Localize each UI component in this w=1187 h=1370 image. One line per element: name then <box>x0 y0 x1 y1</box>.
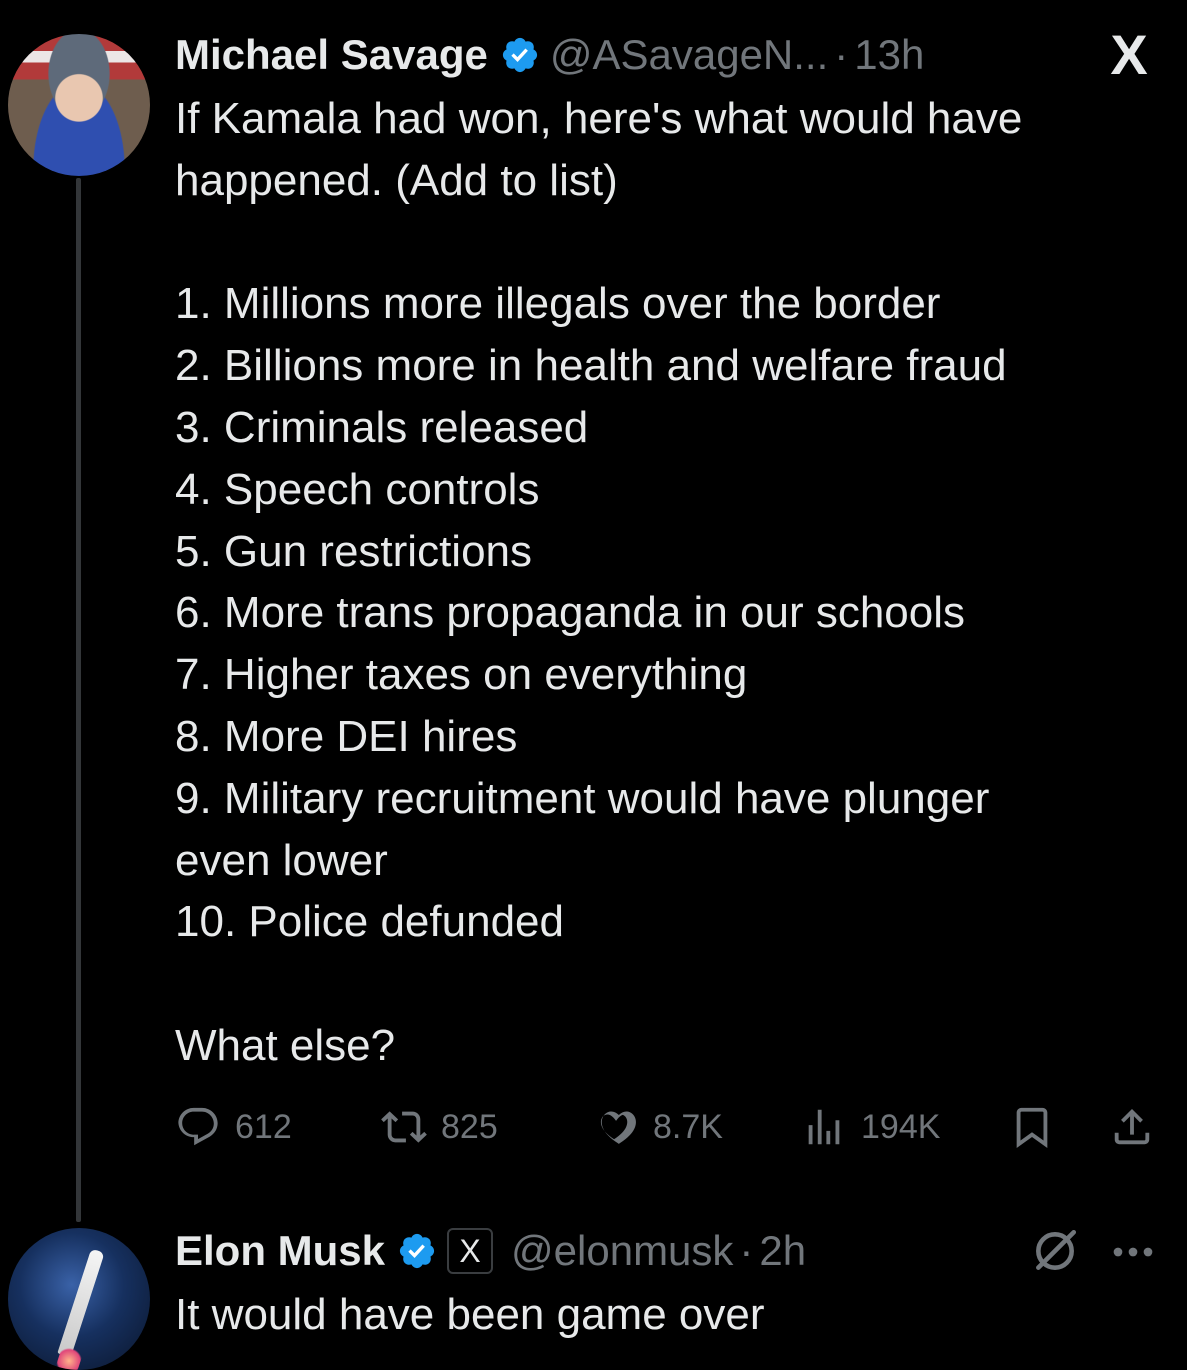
reply-count: 612 <box>235 1107 292 1146</box>
repost-button[interactable]: 825 <box>381 1100 498 1154</box>
author-handle[interactable]: @ASavageN... <box>550 31 828 79</box>
list-item: 10. Police defunded <box>175 897 564 947</box>
thread-connector-line <box>76 178 81 1222</box>
affiliation-badge[interactable]: X <box>447 1228 494 1274</box>
more-icon[interactable] <box>1108 1232 1158 1272</box>
tweet2-text: It would have been game over <box>175 1284 1165 1346</box>
like-button[interactable]: 8.7K <box>593 1100 723 1154</box>
repost-count: 825 <box>441 1107 498 1146</box>
like-count: 8.7K <box>653 1107 723 1146</box>
list-item: 5. Gun restrictions <box>175 526 533 576</box>
separator-dot: · <box>739 1227 754 1274</box>
timestamp[interactable]: 13h <box>854 31 924 79</box>
tweet1-actions: 612 825 8.7K 194K <box>175 1100 1165 1154</box>
tweet1-header: Michael Savage @ASavageN... · 13h <box>175 28 924 82</box>
tweet-line: It would have been game over <box>175 1290 765 1339</box>
list-item: 1. Millions more illegals over the borde… <box>175 279 941 329</box>
list-item: 2. Billions more in health and welfare f… <box>175 341 1007 391</box>
reply-button[interactable]: 612 <box>175 1100 292 1154</box>
list-item: 9. Military recruitment would have plung… <box>175 773 990 823</box>
tweet1-text: If Kamala had won, here's what would hav… <box>175 88 1165 1077</box>
bookmark-icon <box>1016 1107 1048 1148</box>
verified-badge-icon <box>502 37 537 73</box>
tweet2-header: Elon Musk X @elonmusk · 2h <box>175 1224 806 1278</box>
rocket-image <box>57 1248 105 1358</box>
tweet-line: If Kamala had won, here's what would hav… <box>175 94 1023 143</box>
bookmark-button[interactable] <box>1009 1100 1055 1154</box>
avatar-elon-musk[interactable] <box>8 1228 150 1370</box>
reply-icon <box>178 1107 218 1146</box>
grok-icon[interactable] <box>1030 1226 1080 1276</box>
separator-dot: · <box>834 31 849 78</box>
list-item: 4. Speech controls <box>175 464 540 514</box>
like-icon <box>600 1111 636 1144</box>
list-item-continuation: even lower <box>175 835 388 885</box>
author-name[interactable]: Elon Musk <box>175 1227 385 1275</box>
author-name[interactable]: Michael Savage <box>175 31 488 79</box>
list-item: 3. Criminals released <box>175 402 589 452</box>
views-icon <box>808 1109 840 1145</box>
tweet-line: What else? <box>175 1020 396 1070</box>
author-handle[interactable]: @elonmusk <box>511 1227 733 1275</box>
tweet-line: happened. (Add to list) <box>175 155 618 205</box>
list-item: 6. More trans propaganda in our schools <box>175 588 966 638</box>
views-count: 194K <box>861 1107 941 1146</box>
views-button[interactable]: 194K <box>801 1100 940 1154</box>
verified-badge-icon <box>399 1233 435 1269</box>
share-button[interactable] <box>1109 1100 1155 1154</box>
repost-icon <box>381 1111 427 1143</box>
timestamp[interactable]: 2h <box>759 1227 806 1275</box>
avatar-michael-savage[interactable] <box>8 34 150 176</box>
list-item: 8. More DEI hires <box>175 711 518 761</box>
x-logo-icon: X <box>1110 23 1148 86</box>
share-icon <box>1114 1108 1150 1145</box>
list-item: 7. Higher taxes on everything <box>175 650 748 700</box>
